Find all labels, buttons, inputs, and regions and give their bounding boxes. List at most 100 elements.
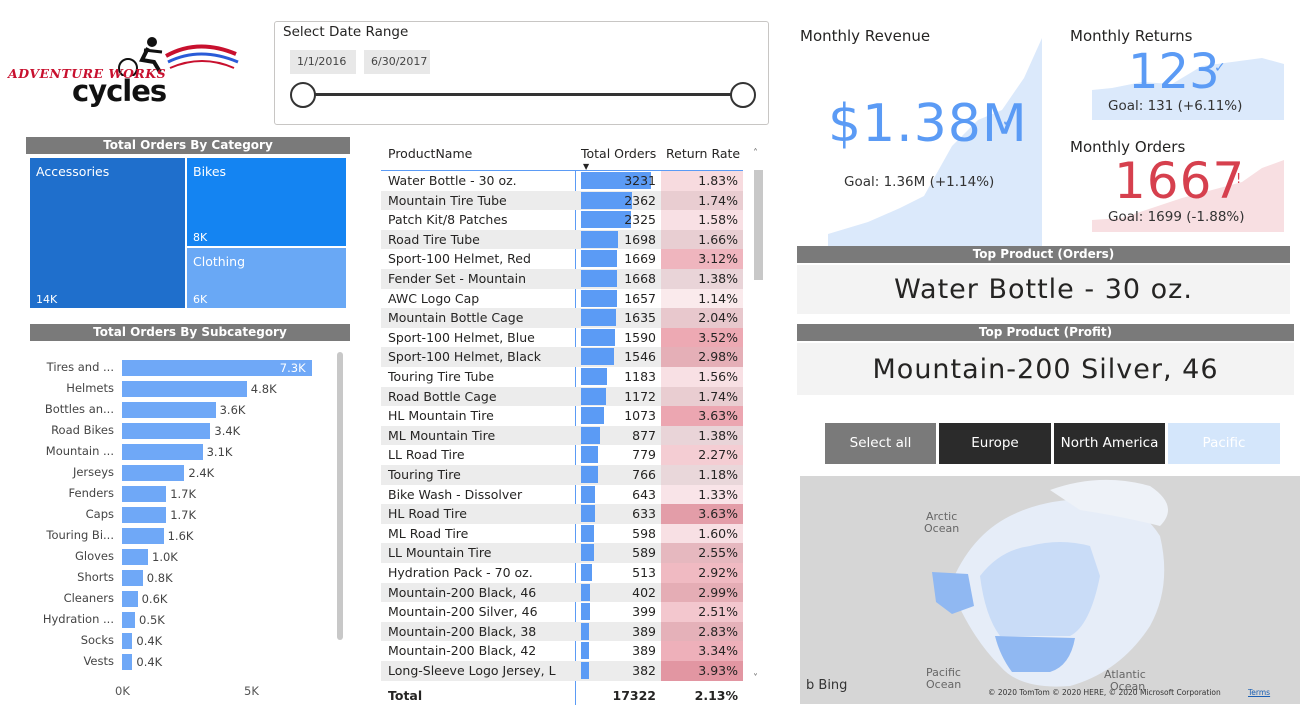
table-row[interactable]: Touring Tire Tube 1183 1.56% <box>381 367 743 387</box>
date-slider-track[interactable] <box>303 93 743 96</box>
subcategory-row[interactable]: Road Bikes 3.4K <box>14 423 334 439</box>
bing-label: Bing <box>818 678 848 693</box>
table-row[interactable]: Fender Set - Mountain 1668 1.38% <box>381 269 743 289</box>
region-button-north-america[interactable]: North America <box>1054 423 1165 464</box>
table-row[interactable]: HL Mountain Tire 1073 3.63% <box>381 406 743 426</box>
subcategory-row[interactable]: Caps 1.7K <box>14 507 334 523</box>
subcategory-row[interactable]: Gloves 1.0K <box>14 549 334 565</box>
subcategory-row[interactable]: Jerseys 2.4K <box>14 465 334 481</box>
table-row[interactable]: Touring Tire 766 1.18% <box>381 465 743 485</box>
subcategory-bar[interactable] <box>122 570 143 586</box>
subcategory-scrollbar[interactable] <box>337 352 343 640</box>
date-slider-end-handle[interactable] <box>730 82 756 108</box>
table-row[interactable]: AWC Logo Cap 1657 1.14% <box>381 288 743 309</box>
table-row[interactable]: Road Bottle Cage 1172 1.74% <box>381 386 743 407</box>
subcategory-value: 0.5K <box>139 613 165 627</box>
subcategory-bar[interactable] <box>122 402 216 418</box>
subcategory-label: Helmets <box>66 381 114 395</box>
orders-kpi-value: 1667 <box>1114 152 1246 210</box>
table-row[interactable]: Bike Wash - Dissolver 643 1.33% <box>381 484 743 505</box>
subcategory-row[interactable]: Hydration ... 0.5K <box>14 612 334 628</box>
subcategory-bar[interactable] <box>122 528 164 544</box>
cell-product-name: Touring Tire <box>388 467 461 482</box>
subcategory-bar[interactable] <box>122 633 133 649</box>
subcategory-bar[interactable] <box>122 465 185 481</box>
cell-total-orders: 1669 <box>624 251 656 267</box>
bing-logo[interactable]: b Bing <box>806 678 847 693</box>
region-map[interactable]: Arctic Ocean Pacific Ocean Atlantic Ocea… <box>800 476 1300 704</box>
subcategory-row[interactable]: Bottles an... 3.6K <box>14 402 334 418</box>
table-row[interactable]: Sport-100 Helmet, Red 1669 3.12% <box>381 249 743 269</box>
cell-product-name: HL Mountain Tire <box>388 408 494 424</box>
subcategory-value: 3.4K <box>214 424 241 438</box>
subcategory-row[interactable]: Mountain ... 3.1K <box>14 444 334 460</box>
subcategory-row[interactable]: Cleaners 0.6K <box>14 591 334 607</box>
cell-return-rate: 2.98% <box>661 347 743 367</box>
region-button-europe[interactable]: Europe <box>939 423 1051 464</box>
table-row[interactable]: LL Mountain Tire 589 2.55% <box>381 543 743 563</box>
table-row[interactable]: HL Road Tire 633 3.63% <box>381 504 743 524</box>
tile-value: 6K <box>193 293 208 306</box>
date-slider-start-handle[interactable] <box>290 82 316 108</box>
subcategory-bar[interactable] <box>122 591 138 607</box>
table-row[interactable]: Long-Sleeve Logo Jersey, L 382 3.93% <box>381 661 743 681</box>
cell-total-orders: 1635 <box>624 310 656 326</box>
map-terms-link[interactable]: Terms <box>1248 688 1270 697</box>
treemap-tile-bikes[interactable]: Bikes 8K <box>187 158 346 246</box>
table-row[interactable]: ML Road Tire 598 1.60% <box>381 523 743 544</box>
table-scrollbar-thumb[interactable] <box>754 170 763 280</box>
table-row[interactable]: LL Road Tire 779 2.27% <box>381 445 743 465</box>
subcategory-row[interactable]: Tires and ... 7.3K <box>14 360 334 376</box>
subcategory-label: Road Bikes <box>51 423 114 437</box>
col-header-product[interactable]: ProductName <box>388 146 472 161</box>
cell-return-rate: 1.83% <box>661 171 743 191</box>
scroll-up-icon[interactable]: ˄ <box>753 148 758 159</box>
end-date-input[interactable]: 6/30/2017 <box>364 50 430 74</box>
subcategory-row[interactable]: Socks 0.4K <box>14 633 334 649</box>
subcategory-label: Cleaners <box>63 591 114 605</box>
cell-return-rate: 1.18% <box>661 465 743 485</box>
table-row[interactable]: Hydration Pack - 70 oz. 513 2.92% <box>381 563 743 583</box>
table-row[interactable]: Mountain-200 Black, 42 389 3.34% <box>381 641 743 661</box>
subcategory-bar[interactable] <box>122 654 133 670</box>
cell-return-rate: 1.74% <box>661 386 743 407</box>
table-row[interactable]: Road Tire Tube 1698 1.66% <box>381 229 743 250</box>
subcategory-bar[interactable] <box>122 381 247 397</box>
subcategory-row[interactable]: Vests 0.4K <box>14 654 334 670</box>
col-header-orders[interactable]: Total Orders <box>581 146 656 161</box>
table-row[interactable]: Mountain-200 Black, 38 389 2.83% <box>381 621 743 642</box>
table-row[interactable]: Mountain-200 Black, 46 402 2.99% <box>381 582 743 603</box>
table-row[interactable]: Mountain Tire Tube 2362 1.74% <box>381 190 743 211</box>
subcategory-row[interactable]: Fenders 1.7K <box>14 486 334 502</box>
table-row[interactable]: Mountain-200 Silver, 46 399 2.51% <box>381 602 743 622</box>
start-date-input[interactable]: 1/1/2016 <box>290 50 356 74</box>
table-row[interactable]: Patch Kit/8 Patches 2325 1.58% <box>381 210 743 230</box>
table-row[interactable]: ML Mountain Tire 877 1.38% <box>381 425 743 446</box>
region-button-pacific[interactable]: Pacific <box>1168 423 1280 464</box>
treemap-tile-clothing[interactable]: Clothing 6K <box>187 248 346 308</box>
scroll-down-icon[interactable]: ˅ <box>753 673 758 684</box>
cell-product-name: Long-Sleeve Logo Jersey, L <box>388 663 556 678</box>
cell-return-rate: 3.12% <box>661 249 743 269</box>
subcategory-bar[interactable] <box>122 612 135 628</box>
region-button-select-all[interactable]: Select all <box>825 423 936 464</box>
subcategory-bar[interactable] <box>122 507 167 523</box>
table-row[interactable]: Sport-100 Helmet, Blue 1590 3.52% <box>381 327 743 348</box>
subcategory-row[interactable]: Helmets 4.8K <box>14 381 334 397</box>
subcategory-bar[interactable] <box>122 549 148 565</box>
col-header-return-rate[interactable]: Return Rate <box>666 146 740 161</box>
cell-product-name: Fender Set - Mountain <box>388 271 527 286</box>
cell-product-name: Mountain-200 Black, 42 <box>388 643 537 659</box>
subcategory-row[interactable]: Touring Bi... 1.6K <box>14 528 334 544</box>
table-row[interactable]: Sport-100 Helmet, Black 1546 2.98% <box>381 347 743 367</box>
table-row[interactable]: Mountain Bottle Cage 1635 2.04% <box>381 308 743 328</box>
treemap-tile-accessories[interactable]: Accessories 14K <box>30 158 185 308</box>
date-range-slicer: Select Date Range 1/1/2016 6/30/2017 <box>274 21 769 125</box>
returns-kpi-goal: Goal: 131 (+6.11%) <box>1108 98 1243 114</box>
subcategory-label: Mountain ... <box>45 444 114 458</box>
subcategory-bar[interactable] <box>122 423 211 439</box>
subcategory-row[interactable]: Shorts 0.8K <box>14 570 334 586</box>
table-row[interactable]: Water Bottle - 30 oz. 3231 1.83% <box>381 171 743 191</box>
subcategory-bar[interactable] <box>122 444 203 460</box>
subcategory-bar[interactable] <box>122 486 167 502</box>
